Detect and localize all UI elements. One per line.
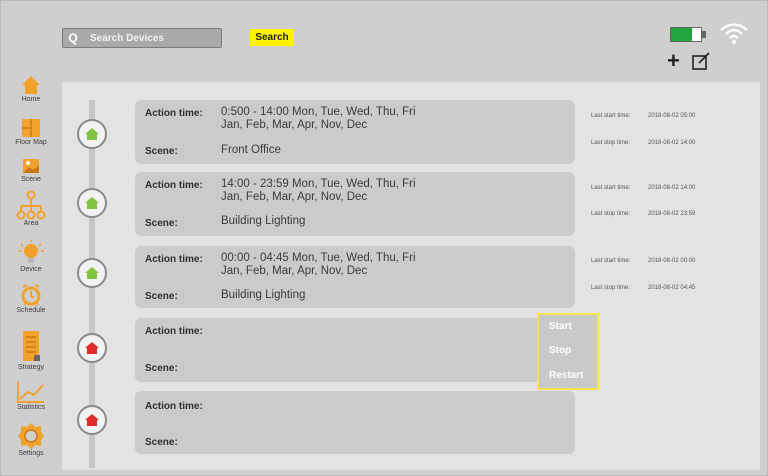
sidebar-item-schedule[interactable]: Schedule <box>6 283 56 315</box>
schedule-card[interactable]: Action time: Scene: <box>135 318 575 382</box>
action-time-label: Action time: <box>145 108 203 119</box>
status-active-icon[interactable] <box>77 119 107 149</box>
edit-icon[interactable] <box>692 52 710 70</box>
action-time-value: 00:00 - 04:45 Mon, Tue, Wed, Thu, Fri <box>221 252 416 264</box>
schedule-card[interactable]: Action time: 0:500 - 14:00 Mon, Tue, Wed… <box>135 100 575 164</box>
sidebar-item-floor-map[interactable]: Floor Map <box>6 117 56 147</box>
status-active-icon[interactable] <box>77 258 107 288</box>
last-start-time: Last start time: 2018-08-02 00:00 <box>591 258 696 264</box>
schedule-icon <box>21 284 41 306</box>
action-time-label: Action time: <box>145 180 203 191</box>
sidebar-item-settings[interactable]: Settings <box>6 422 56 458</box>
sidebar-item-label: Scene <box>21 176 41 183</box>
settings-icon <box>18 423 44 449</box>
schedule-card[interactable]: Action time: 14:00 - 23:59 Mon, Tue, Wed… <box>135 172 575 236</box>
last-stop-time: Last stop time: 2018-08-02 04:45 <box>591 285 696 291</box>
statistics-icon <box>17 382 44 403</box>
action-time-label: Action time: <box>145 401 203 412</box>
action-time-label: Action time: <box>145 326 203 337</box>
context-menu: Start Stop Restart <box>537 313 599 390</box>
strategy-icon <box>23 331 40 361</box>
add-icon[interactable]: + <box>667 50 680 72</box>
scene-label: Scene: <box>145 363 178 374</box>
scene-icon <box>23 159 39 173</box>
sidebar-item-label: Home <box>21 96 41 103</box>
action-time-value: 14:00 - 23:59 Mon, Tue, Wed, Thu, Fri <box>221 178 416 190</box>
search-placeholder: Search Devices <box>90 32 164 44</box>
wifi-icon <box>720 23 748 44</box>
sidebar-item-label: Statistics <box>16 404 45 411</box>
search-button[interactable]: Search <box>250 29 294 46</box>
sidebar-item-strategy[interactable]: Strategy <box>6 330 56 372</box>
search-icon: Q <box>68 31 78 45</box>
action-months-value: Jan, Feb, Mar, Apr, Nov, Dec <box>221 191 368 203</box>
scene-label: Scene: <box>145 437 178 448</box>
menu-item-stop[interactable]: Stop <box>549 345 571 356</box>
action-months-value: Jan, Feb, Mar, Apr, Nov, Dec <box>221 119 368 131</box>
scene-value: Building Lighting <box>221 289 306 301</box>
status-inactive-icon[interactable] <box>77 333 107 363</box>
sidebar: Home Floor Map Scene Area Device Schedul… <box>6 70 56 470</box>
sidebar-item-statistics[interactable]: Statistics <box>6 380 56 412</box>
sidebar-item-home[interactable]: Home <box>6 74 56 104</box>
sidebar-item-label: Strategy <box>17 364 45 371</box>
schedule-card[interactable]: Action time: 00:00 - 04:45 Mon, Tue, Wed… <box>135 246 575 308</box>
sidebar-item-label: Floor Map <box>15 139 47 146</box>
sidebar-item-area[interactable]: Area <box>6 190 56 228</box>
menu-item-start[interactable]: Start <box>549 321 572 332</box>
last-stop-time: Last stop time: 2018-08-02 14:00 <box>591 140 696 146</box>
action-months-value: Jan, Feb, Mar, Apr, Nov, Dec <box>221 265 368 277</box>
last-start-time: Last start time: 2018-08-02 05:00 <box>591 113 696 119</box>
last-stop-time: Last stop time: 2018-08-02 23:59 <box>591 211 696 217</box>
action-time-label: Action time: <box>145 254 203 265</box>
sidebar-item-label: Area <box>23 220 39 227</box>
action-time-value: 0:500 - 14:00 Mon, Tue, Wed, Thu, Fri <box>221 106 416 118</box>
sidebar-item-label: Device <box>20 266 42 273</box>
device-icon <box>18 240 44 263</box>
menu-item-restart[interactable]: Restart <box>549 370 583 381</box>
status-inactive-icon[interactable] <box>77 405 107 435</box>
scene-value: Front Office <box>221 144 281 156</box>
sidebar-item-scene[interactable]: Scene <box>6 156 56 184</box>
sidebar-item-device[interactable]: Device <box>6 240 56 274</box>
floor-map-icon <box>22 119 40 137</box>
sidebar-item-label: Schedule <box>16 307 46 314</box>
last-start-time: Last start time: 2018-08-02 14:00 <box>591 185 696 191</box>
scene-label: Scene: <box>145 146 178 157</box>
search-input[interactable]: Q Search Devices <box>62 28 222 48</box>
scene-label: Scene: <box>145 291 178 302</box>
status-active-icon[interactable] <box>77 188 107 218</box>
scene-label: Scene: <box>145 218 178 229</box>
home-icon <box>22 76 40 94</box>
sidebar-item-label: Settings <box>18 450 44 457</box>
schedule-card[interactable]: Action time: Scene: <box>135 391 575 454</box>
scene-value: Building Lighting <box>221 215 306 227</box>
battery-icon <box>670 27 706 42</box>
